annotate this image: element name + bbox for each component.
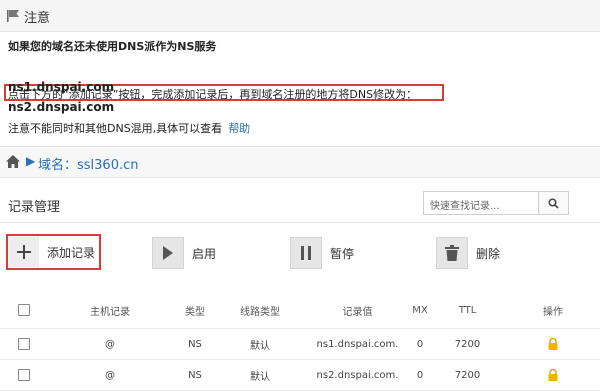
breadcrumb-arrow-icon: ▶ bbox=[26, 154, 36, 168]
ns1-text: ns1.dnspai.com bbox=[8, 80, 115, 94]
notice-title: 注意 bbox=[24, 11, 51, 26]
table-header-row: 主机记录 类型 线路类型 记录值 MX TTL 操作 bbox=[0, 292, 600, 329]
play-icon bbox=[152, 237, 184, 269]
cell-ttl: 7200 bbox=[454, 338, 481, 350]
search-button[interactable] bbox=[539, 191, 569, 215]
col-mx: MX bbox=[412, 304, 428, 316]
table-row: @ NS 默认 ns1.dnspai.com. 0 7200 bbox=[0, 329, 600, 360]
notice-line-3-text: 注意不能同时和其他DNS混用,具体可以查看 bbox=[8, 122, 223, 135]
records-table: 主机记录 类型 线路类型 记录值 MX TTL 操作 @ NS 默认 ns1.d… bbox=[0, 292, 600, 391]
notice-panel: 如果您的域名还未使用DNS派作为NS服务 点击下方的“添加记录”按钮，完成添加记… bbox=[0, 32, 600, 137]
enable-label: 启用 bbox=[192, 246, 217, 261]
pause-label: 暂停 bbox=[330, 246, 355, 261]
breadcrumb: ▶ 域名：ssl360.cn bbox=[0, 146, 600, 178]
breadcrumb-domain[interactable]: 域名：ssl360.cn bbox=[38, 154, 139, 173]
pause-button[interactable]: 暂停 bbox=[290, 236, 354, 270]
col-ttl: TTL bbox=[458, 304, 477, 316]
lock-icon[interactable] bbox=[547, 338, 559, 350]
row-checkbox[interactable] bbox=[18, 338, 30, 350]
notice-line-3: 注意不能同时和其他DNS混用,具体可以查看 帮助 bbox=[8, 120, 250, 136]
pause-icon bbox=[290, 237, 322, 269]
delete-label: 删除 bbox=[476, 246, 501, 261]
plus-icon bbox=[9, 237, 39, 267]
add-record-label: 添加记录 bbox=[47, 245, 96, 260]
trash-icon bbox=[436, 237, 468, 269]
col-value: 记录值 bbox=[342, 306, 373, 318]
row-checkbox[interactable] bbox=[18, 369, 30, 381]
flag-icon bbox=[7, 10, 19, 22]
notice-header: 注意 bbox=[0, 0, 600, 32]
cell-line: 默认 bbox=[250, 340, 270, 352]
cell-mx: 0 bbox=[416, 338, 424, 350]
home-icon[interactable] bbox=[5, 154, 21, 169]
cell-value: ns1.dnspai.com. bbox=[316, 338, 399, 350]
add-record-button[interactable]: 添加记录 bbox=[6, 234, 102, 270]
delete-button[interactable]: 删除 bbox=[436, 236, 500, 270]
search-input[interactable]: 快速查找记录... bbox=[423, 191, 539, 215]
col-type: 类型 bbox=[185, 306, 205, 318]
col-actions: 操作 bbox=[543, 306, 563, 318]
cell-type: NS bbox=[188, 338, 202, 350]
table-row: @ NS 默认 ns2.dnspai.com. 0 7200 bbox=[0, 360, 600, 391]
search-icon bbox=[548, 198, 559, 209]
col-line: 线路类型 bbox=[240, 306, 280, 318]
col-host: 主机记录 bbox=[90, 306, 130, 318]
select-all-checkbox[interactable] bbox=[18, 304, 30, 316]
help-link[interactable]: 帮助 bbox=[228, 122, 250, 135]
ns2-text: ns2.dnspai.com bbox=[8, 100, 115, 114]
records-title: 记录管理 bbox=[8, 200, 61, 215]
enable-button[interactable]: 启用 bbox=[152, 236, 216, 270]
notice-line-1: 如果您的域名还未使用DNS派作为NS服务 bbox=[8, 40, 217, 53]
cell-host: @ bbox=[105, 338, 115, 350]
lock-icon[interactable] bbox=[547, 369, 559, 381]
